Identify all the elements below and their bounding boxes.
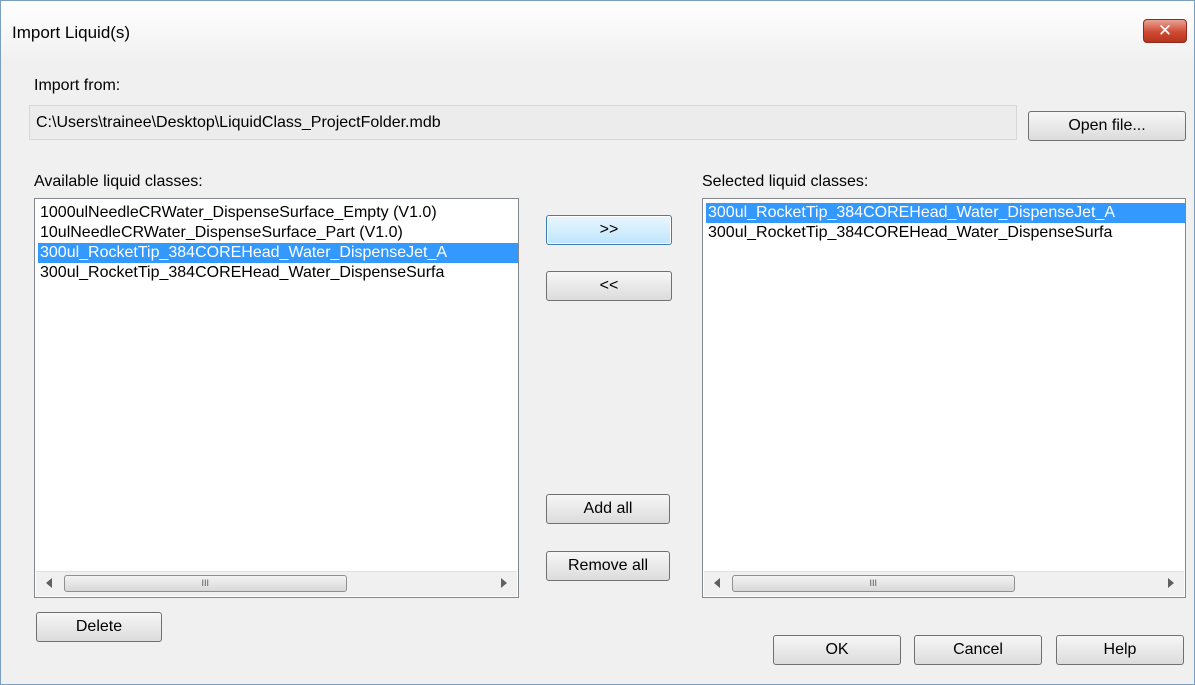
horizontal-scrollbar[interactable]: III xyxy=(704,571,1184,596)
available-classes-label: Available liquid classes: xyxy=(34,173,203,190)
grip-icon: III xyxy=(869,578,878,588)
list-item[interactable]: 300ul_RocketTip_384COREHead_Water_Dispen… xyxy=(38,263,518,283)
selected-classes-list[interactable]: 300ul_RocketTip_384COREHead_Water_Dispen… xyxy=(702,198,1186,598)
selected-classes-label: Selected liquid classes: xyxy=(702,173,869,190)
add-all-button[interactable]: Add all xyxy=(546,494,670,524)
close-icon: ✕ xyxy=(1157,21,1173,40)
available-classes-list[interactable]: 1000ulNeedleCRWater_DispenseSurface_Empt… xyxy=(34,198,519,598)
import-liquid-dialog: Import Liquid(s) ✕ Import from: C:\Users… xyxy=(0,0,1195,685)
cancel-button[interactable]: Cancel xyxy=(914,635,1042,665)
scroll-left-icon[interactable] xyxy=(714,578,720,588)
list-item[interactable]: 1000ulNeedleCRWater_DispenseSurface_Empt… xyxy=(38,203,518,223)
grip-icon: III xyxy=(201,578,210,588)
scroll-thumb[interactable]: III xyxy=(64,575,347,592)
help-button[interactable]: Help xyxy=(1056,635,1184,665)
scroll-right-icon[interactable] xyxy=(501,578,507,588)
list-item[interactable]: 300ul_RocketTip_384COREHead_Water_Dispen… xyxy=(38,243,518,263)
ok-button[interactable]: OK xyxy=(773,635,901,665)
open-file-button[interactable]: Open file... xyxy=(1028,111,1186,141)
scroll-left-icon[interactable] xyxy=(46,578,52,588)
list-item[interactable]: 300ul_RocketTip_384COREHead_Water_Dispen… xyxy=(706,203,1185,223)
remove-selected-button[interactable]: << xyxy=(546,271,672,301)
import-from-label: Import from: xyxy=(34,77,121,94)
list-item[interactable]: 300ul_RocketTip_384COREHead_Water_Dispen… xyxy=(706,223,1185,243)
horizontal-scrollbar[interactable]: III xyxy=(36,571,517,596)
scroll-right-icon[interactable] xyxy=(1168,578,1174,588)
scroll-thumb[interactable]: III xyxy=(732,575,1015,592)
window-title: Import Liquid(s) xyxy=(12,23,131,42)
remove-all-button[interactable]: Remove all xyxy=(546,551,670,581)
list-item[interactable]: 10ulNeedleCRWater_DispenseSurface_Part (… xyxy=(38,223,518,243)
import-path-field[interactable]: C:\Users\trainee\Desktop\LiquidClass_Pro… xyxy=(29,105,1017,140)
delete-button[interactable]: Delete xyxy=(36,612,162,642)
close-button[interactable]: ✕ xyxy=(1143,19,1187,43)
add-selected-button[interactable]: >> xyxy=(546,215,672,245)
title-bar: Import Liquid(s) ✕ xyxy=(1,1,1194,63)
